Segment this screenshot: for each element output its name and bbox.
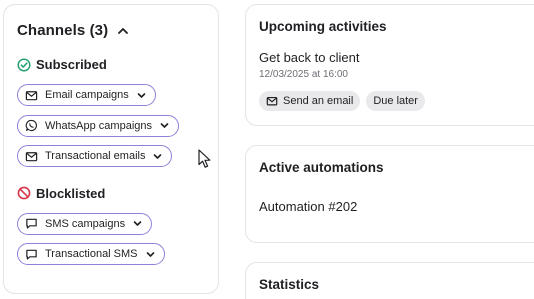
chip-label: WhatsApp campaigns — [45, 119, 152, 132]
subscribed-label: Subscribed — [36, 57, 107, 72]
message-icon — [26, 218, 37, 229]
whatsapp-icon — [25, 119, 37, 132]
chip-sms-campaigns[interactable]: SMS campaigns — [17, 212, 153, 235]
contact-panel: Channels (3) Subscribed Email campaigns — [0, 0, 534, 299]
chip-transactional-emails[interactable]: Transactional emails — [17, 145, 173, 167]
chip-label: Transactional SMS — [45, 248, 138, 260]
chevron-down-icon — [154, 153, 162, 159]
chip-label: Email campaigns — [45, 89, 129, 101]
check-circle-icon — [17, 57, 31, 72]
automations-title: Active automations — [259, 160, 384, 175]
chevron-down-icon — [137, 92, 146, 98]
activity-date: 12/03/2025 at 16:00 — [259, 69, 348, 80]
envelope-icon — [266, 96, 278, 106]
chip-email-campaigns[interactable]: Email campaigns — [17, 84, 156, 106]
send-email-label: Send an email — [283, 95, 354, 107]
blocklisted-heading: Blocklisted — [17, 186, 205, 201]
upcoming-activities-card: Upcoming activities Get back to client 1… — [245, 4, 534, 126]
channels-title: Channels (3) — [17, 21, 109, 39]
due-later-badge[interactable]: Due later — [366, 91, 425, 111]
channels-card: Channels (3) Subscribed Email campaigns — [3, 4, 219, 294]
chip-label: Transactional emails — [45, 150, 146, 162]
upcoming-title: Upcoming activities — [259, 19, 387, 34]
activity-title[interactable]: Get back to client — [259, 50, 531, 65]
statistics-card: Statistics — [245, 262, 534, 299]
chip-label: SMS campaigns — [45, 217, 126, 230]
chevron-down-icon — [160, 123, 169, 128]
chevron-up-icon[interactable] — [116, 24, 130, 38]
blocklisted-label: Blocklisted — [36, 185, 106, 201]
subscribed-heading: Subscribed — [17, 57, 205, 72]
chip-whatsapp-campaigns[interactable]: WhatsApp campaigns — [17, 114, 179, 137]
automation-item[interactable]: Automation #202 — [259, 199, 531, 214]
statistics-title: Statistics — [259, 277, 320, 292]
message-icon — [26, 249, 37, 260]
active-automations-card: Active automations Automation #202 — [245, 145, 534, 243]
chevron-down-icon — [146, 251, 154, 257]
channels-header[interactable]: Channels (3) — [17, 19, 205, 41]
envelope-icon — [25, 90, 38, 100]
envelope-icon — [25, 151, 38, 161]
due-later-label: Due later — [373, 95, 418, 107]
mouse-cursor-icon — [198, 149, 211, 168]
blocked-icon — [17, 186, 31, 200]
chevron-down-icon — [133, 221, 142, 226]
chip-transactional-sms[interactable]: Transactional SMS — [17, 243, 165, 265]
send-email-button[interactable]: Send an email — [259, 91, 361, 111]
